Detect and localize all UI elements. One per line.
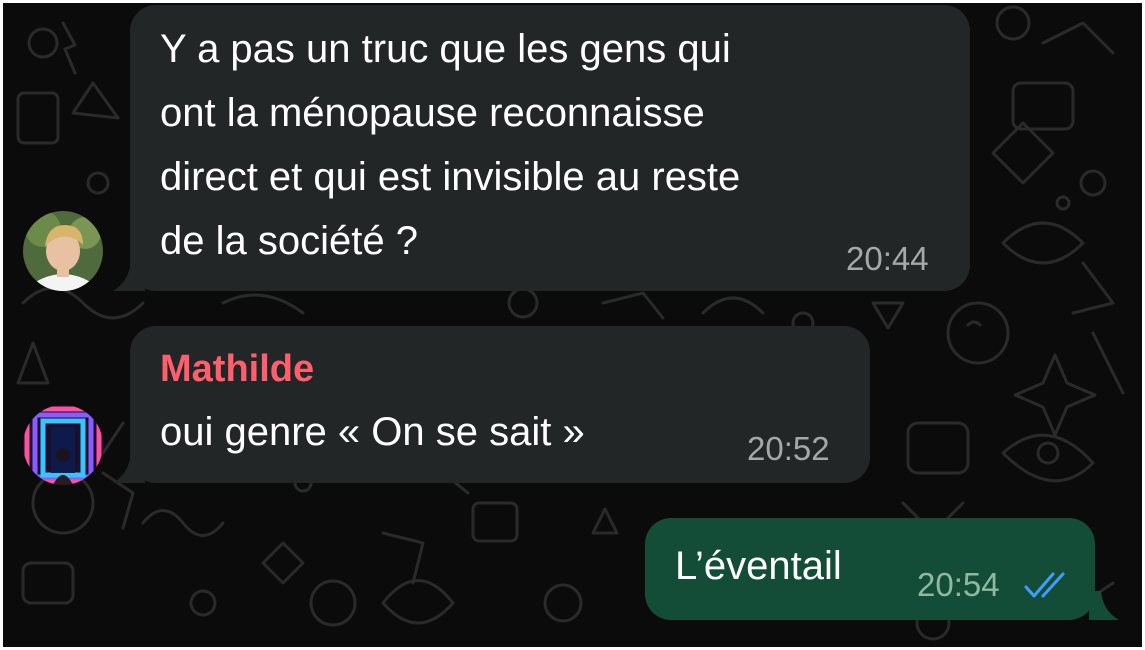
message-timestamp: 20:44	[846, 240, 929, 277]
chat-view: Y a pas un truc que les gens qui ont la …	[3, 3, 1142, 647]
message-text-line: ont la ménopause reconnaisse	[160, 91, 705, 135]
avatar[interactable]	[23, 211, 103, 291]
message-bubble-outgoing[interactable]: L’éventail 20:54	[645, 518, 1095, 620]
bubble-tail	[1089, 591, 1119, 620]
avatar-blond-young-man-icon	[23, 211, 103, 291]
message-text: oui genre « On se sait »	[160, 410, 585, 454]
message-text-line: de la société ?	[160, 219, 418, 263]
message-bubble-incoming[interactable]: Mathilde oui genre « On se sait » 20:52	[130, 326, 870, 483]
message-timestamp: 20:54	[917, 566, 1000, 603]
message-bubble-incoming[interactable]: Y a pas un truc que les gens qui ont la …	[130, 5, 970, 291]
avatar[interactable]	[23, 405, 103, 485]
avatar-neon-tunnel-icon	[23, 405, 103, 485]
message-text: L’éventail	[675, 544, 842, 588]
sender-name[interactable]: Mathilde	[160, 348, 314, 391]
message-text-line: Y a pas un truc que les gens qui	[160, 27, 731, 71]
double-check-icon	[1024, 572, 1065, 598]
message-timestamp: 20:52	[747, 430, 830, 467]
message-text-line: direct et qui est invisible au reste	[160, 155, 741, 199]
